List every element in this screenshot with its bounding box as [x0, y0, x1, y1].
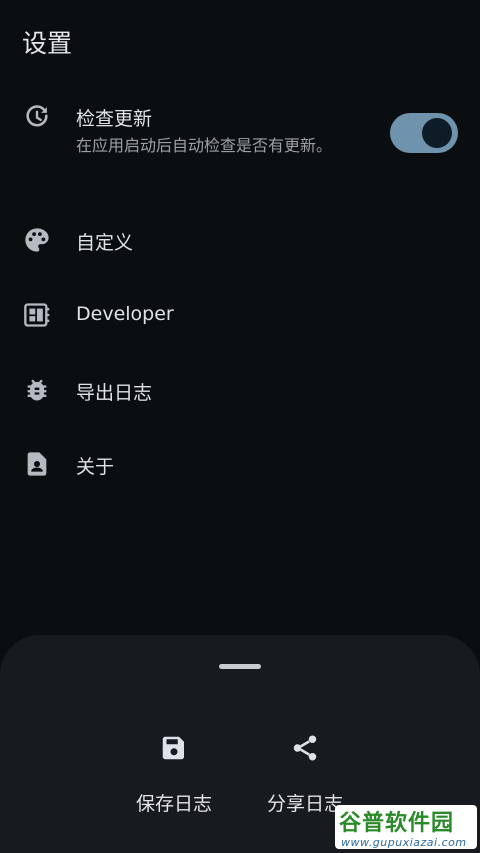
watermark-name: 谷普软件园 — [339, 811, 455, 836]
page-title: 设置 — [22, 29, 73, 58]
settings-item-about[interactable]: 关于 — [0, 444, 480, 488]
settings-item-label: 关于 — [76, 456, 115, 478]
auto-update-toggle[interactable] — [390, 113, 458, 153]
contact-document-icon — [27, 452, 47, 476]
bug-icon — [27, 379, 47, 401]
watermark-url: www.gupuxiazai.com — [341, 836, 467, 849]
settings-item-label: Developer — [76, 303, 174, 325]
save-logs-button[interactable]: 保存日志 — [109, 733, 239, 816]
settings-item-label: 导出日志 — [76, 382, 153, 404]
palette-icon — [25, 228, 49, 252]
toggle-thumb — [422, 118, 452, 148]
developer-board-icon — [24, 303, 50, 327]
update-history-icon — [26, 105, 48, 127]
settings-item-export-logs[interactable]: 导出日志 — [0, 370, 480, 414]
watermark-logo: 谷普软件园 www.gupuxiazai.com — [335, 805, 477, 849]
save-logs-label: 保存日志 — [135, 793, 212, 815]
share-logs-button[interactable]: 分享日志 — [240, 733, 370, 816]
settings-item-description: 在应用启动后自动检查是否有更新。 — [76, 136, 333, 155]
settings-item-customize[interactable]: 自定义 — [0, 220, 480, 264]
save-icon — [162, 736, 184, 760]
settings-item-label: 检查更新 — [76, 108, 153, 130]
settings-item-developer[interactable]: Developer — [0, 295, 480, 339]
settings-item-label: 自定义 — [76, 232, 134, 254]
share-icon — [293, 735, 317, 761]
drag-handle[interactable] — [219, 664, 261, 669]
